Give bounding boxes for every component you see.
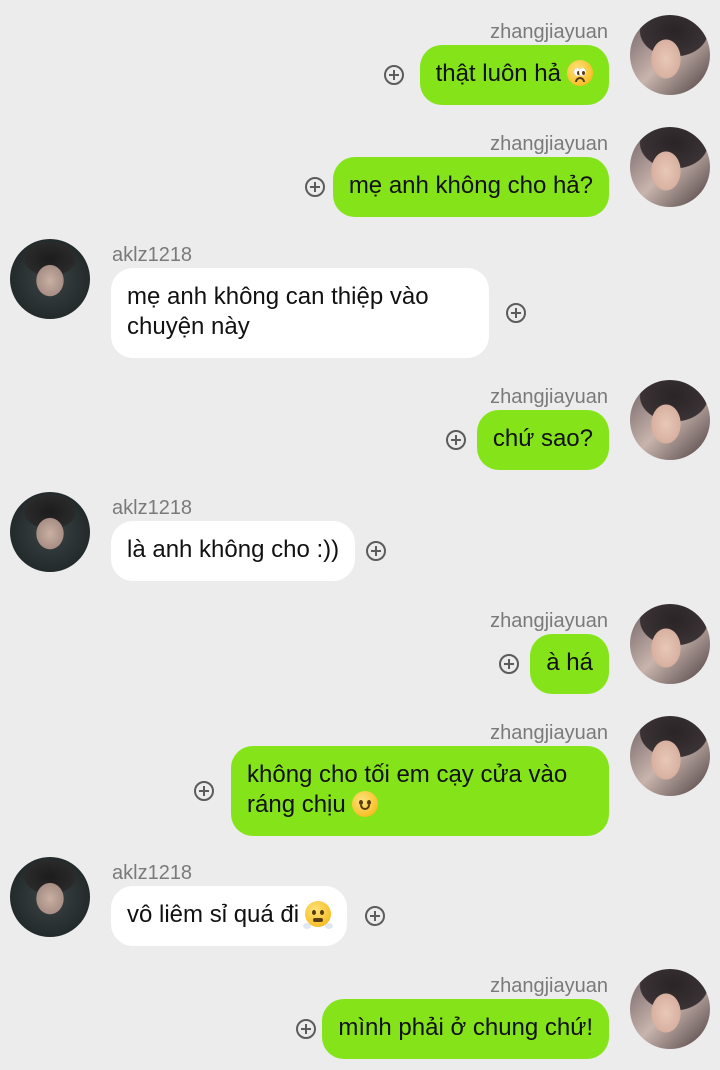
message-received: aklz1218 là anh không cho :))	[0, 491, 720, 586]
message-sent: zhangjiayuan mình phải ở chung chứ!	[0, 968, 720, 1063]
avatar[interactable]	[630, 716, 710, 796]
message-sent: zhangjiayuan mẹ anh không cho hả?	[0, 126, 720, 221]
message-received: aklz1218 mẹ anh không can thiệp vào chuy…	[0, 238, 720, 363]
message-sent: zhangjiayuan thật luôn hả	[0, 14, 720, 109]
face-with-steam-emoji	[303, 901, 334, 929]
message-text: là anh không cho :))	[127, 536, 340, 563]
sender-username: zhangjiayuan	[490, 722, 608, 744]
sender-username: zhangjiayuan	[490, 975, 608, 997]
message-bubble[interactable]: mẹ anh không can thiệp vào chuyện này	[111, 268, 489, 358]
message-sent: zhangjiayuan à há	[0, 603, 720, 698]
message-text: mẹ anh không cho hả?	[348, 172, 593, 199]
pleading-face-emoji	[567, 60, 593, 86]
message-sent: zhangjiayuan không cho tối em cạy cửa và…	[0, 715, 720, 840]
avatar[interactable]	[10, 857, 90, 937]
add-reaction-icon[interactable]	[384, 65, 404, 85]
add-reaction-icon[interactable]	[366, 541, 386, 561]
message-bubble[interactable]: à há	[530, 634, 609, 694]
avatar[interactable]	[10, 239, 90, 319]
message-text: thật luôn hả	[435, 60, 561, 87]
message-bubble[interactable]: mình phải ở chung chứ!	[322, 999, 609, 1059]
message-text: mẹ anh không can thiệp vào chuyện này	[127, 283, 429, 340]
message-text: mình phải ở chung chứ!	[338, 1014, 593, 1041]
sender-username: zhangjiayuan	[490, 386, 608, 408]
message-bubble[interactable]: mẹ anh không cho hả?	[332, 157, 609, 217]
message-bubble[interactable]: thật luôn hả	[419, 45, 609, 105]
add-reaction-icon[interactable]	[446, 430, 466, 450]
smiling-face-emoji	[351, 791, 378, 817]
avatar[interactable]	[630, 15, 710, 95]
message-text-line: không cho tối em cạy cửa vào	[247, 761, 568, 788]
message-bubble[interactable]: chứ sao?	[476, 410, 609, 470]
sender-username: zhangjiayuan	[490, 610, 608, 632]
sender-username: zhangjiayuan	[490, 21, 608, 43]
message-text: à há	[546, 649, 593, 676]
message-text: vô liêm sỉ quá đi	[127, 901, 300, 928]
sender-username: aklz1218	[112, 497, 193, 519]
message-sent: zhangjiayuan chứ sao?	[0, 379, 720, 474]
sender-username: aklz1218	[112, 244, 193, 266]
avatar[interactable]	[10, 492, 90, 572]
message-text-line: ráng chịu	[247, 791, 346, 818]
message-bubble[interactable]: vô liêm sỉ quá đi	[111, 886, 348, 946]
message-bubble[interactable]: là anh không cho :))	[111, 521, 356, 581]
add-reaction-icon[interactable]	[194, 781, 214, 801]
sender-username: aklz1218	[112, 862, 193, 884]
add-reaction-icon[interactable]	[499, 654, 519, 674]
message-received: aklz1218 vô liêm sỉ quá đi	[0, 856, 720, 951]
avatar[interactable]	[630, 380, 710, 460]
add-reaction-icon[interactable]	[296, 1019, 316, 1039]
sender-username: zhangjiayuan	[490, 133, 608, 155]
add-reaction-icon[interactable]	[305, 177, 325, 197]
avatar[interactable]	[630, 604, 710, 684]
message-bubble[interactable]: không cho tối em cạy cửa vào ráng chịu	[231, 746, 609, 836]
add-reaction-icon[interactable]	[506, 303, 526, 323]
avatar[interactable]	[630, 969, 710, 1049]
message-text: chứ sao?	[492, 425, 593, 452]
avatar[interactable]	[630, 127, 710, 207]
add-reaction-icon[interactable]	[365, 906, 385, 926]
